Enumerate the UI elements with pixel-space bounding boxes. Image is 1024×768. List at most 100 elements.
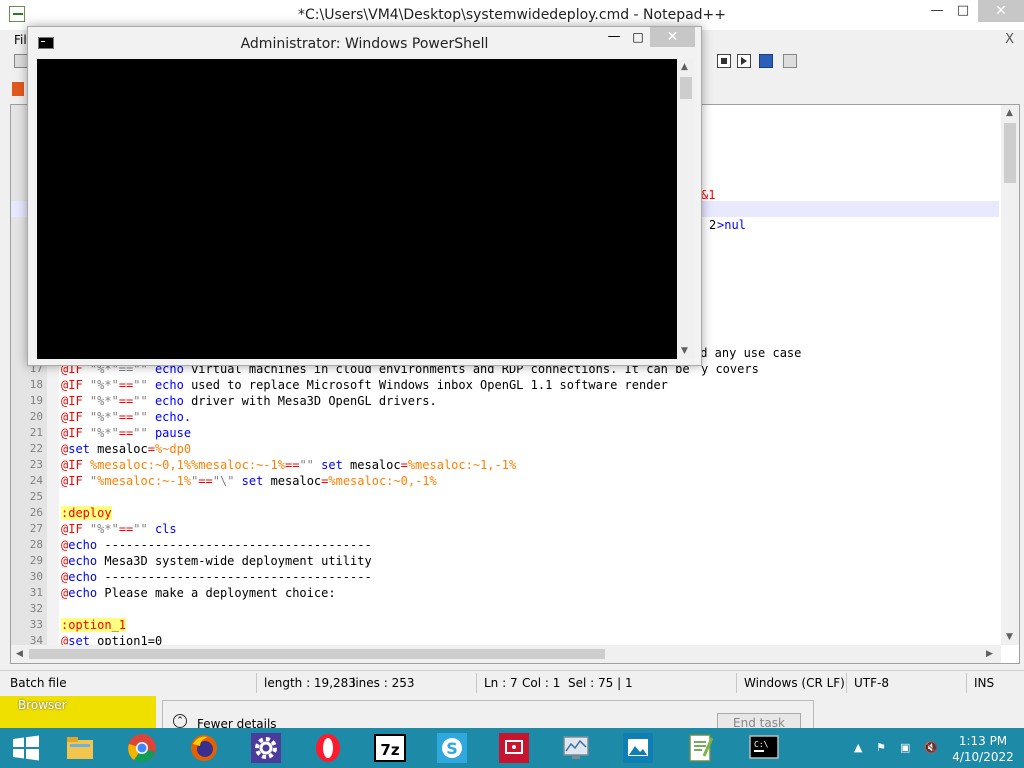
- action-center-flag-icon[interactable]: ⚑: [876, 741, 886, 754]
- line-number: 32: [29, 602, 43, 615]
- clock-time[interactable]: 1:13 PM: [958, 734, 1008, 748]
- browser-window-edge[interactable]: Browser: [0, 696, 156, 728]
- code-text: @IF "%*"=="" pause: [61, 426, 192, 440]
- status-bar: Batch file length : 19,283 lines : 253 L…: [0, 670, 1024, 695]
- skype-icon[interactable]: S: [436, 732, 468, 764]
- code-line[interactable]: 25: [11, 489, 999, 505]
- code-text: @set mesaloc=%~dp0: [61, 442, 192, 456]
- code-line[interactable]: 28 @echo --------------------------------…: [11, 537, 999, 553]
- macro-save-icon[interactable]: [783, 54, 797, 68]
- scroll-down-icon[interactable]: ▼: [681, 346, 688, 356]
- task-manager-footer: ⌃ Fewer details End task: [162, 700, 814, 733]
- powershell-title: Administrator: Windows PowerShell: [240, 36, 489, 52]
- line-number: 22: [29, 442, 43, 455]
- line-number: 25: [29, 490, 43, 503]
- close-button[interactable]: ✕: [978, 0, 1024, 22]
- start-icon[interactable]: [10, 732, 42, 764]
- file-explorer-icon[interactable]: [64, 732, 96, 764]
- scroll-up-icon[interactable]: ▲: [681, 62, 688, 72]
- code-text: @IF %mesaloc:~0,1%%mesaloc:~-1%=="" set …: [61, 458, 517, 472]
- remote-desktop-icon[interactable]: [498, 732, 530, 764]
- powershell-window[interactable]: Administrator: Windows PowerShell — □ ✕ …: [27, 26, 702, 366]
- line-number: 27: [29, 522, 43, 535]
- code-text: @IF "%*"=="" echo.: [61, 410, 192, 424]
- code-line[interactable]: 32: [11, 601, 999, 617]
- scroll-left-icon[interactable]: ◀: [16, 649, 23, 659]
- code-text: @IF "%*"=="" echo driver with Mesa3D Ope…: [61, 394, 437, 408]
- code-line[interactable]: 27 @IF "%*"=="" cls: [11, 521, 999, 537]
- powershell-minimize-button[interactable]: —: [602, 27, 626, 49]
- status-line: Ln : 7: [484, 676, 518, 690]
- powershell-close-button[interactable]: ✕: [650, 27, 695, 47]
- vertical-scrollbar[interactable]: ▲ ▼: [1001, 105, 1019, 645]
- horizontal-scroll-thumb[interactable]: [29, 649, 605, 659]
- powershell-taskbar-icon[interactable]: C:\: [748, 732, 780, 764]
- opera-icon[interactable]: [312, 732, 344, 764]
- status-encoding[interactable]: UTF-8: [854, 676, 889, 690]
- macro-stop-icon[interactable]: [717, 54, 731, 68]
- code-line[interactable]: 22 @set mesaloc=%~dp0: [11, 441, 999, 457]
- clock-date[interactable]: 4/10/2022: [950, 750, 1016, 764]
- code-line[interactable]: 21 @IF "%*"=="" pause: [11, 425, 999, 441]
- code-text: @echo ----------------------------------…: [61, 538, 372, 552]
- code-line[interactable]: 26:deploy: [11, 505, 999, 521]
- network-icon[interactable]: ▣: [900, 741, 910, 754]
- code-line[interactable]: 20 @IF "%*"=="" echo.: [11, 409, 999, 425]
- unsaved-tab-icon[interactable]: [12, 82, 24, 96]
- firefox-icon[interactable]: [188, 732, 220, 764]
- code-line[interactable]: 19 @IF "%*"=="" echo driver with Mesa3D O…: [11, 393, 999, 409]
- line-number: 20: [29, 410, 43, 423]
- code-line[interactable]: 23 @IF %mesaloc:~0,1%%mesaloc:~-1%=="" se…: [11, 457, 999, 473]
- chrome-icon[interactable]: [126, 732, 158, 764]
- code-line[interactable]: 30 @echo --------------------------------…: [11, 569, 999, 585]
- powershell-console[interactable]: [37, 59, 677, 359]
- browser-label: Browser: [18, 698, 67, 712]
- svg-text:7z: 7z: [380, 741, 399, 759]
- line-number: 19: [29, 394, 43, 407]
- powershell-scrollbar[interactable]: ▲ ▼: [677, 59, 694, 359]
- chevron-up-icon[interactable]: ⌃: [173, 714, 187, 728]
- code-line[interactable]: 24 @IF "%mesaloc:~-1%"=="\" set mesaloc=%…: [11, 473, 999, 489]
- horizontal-scrollbar[interactable]: ◀ ▶: [11, 645, 1001, 663]
- line-number: 26: [29, 506, 43, 519]
- line-number: 30: [29, 570, 43, 583]
- code-text: @IF "%mesaloc:~-1%"=="\" set mesaloc=%me…: [61, 474, 437, 488]
- status-eol[interactable]: Windows (CR LF): [744, 676, 845, 690]
- code-line[interactable]: 29 @echo Mesa3D system-wide deployment ut…: [11, 553, 999, 569]
- 7zip-icon[interactable]: 7z: [374, 732, 406, 764]
- menu-file[interactable]: Fil: [14, 33, 27, 47]
- code-text: @echo Mesa3D system-wide deployment util…: [61, 554, 372, 568]
- code-line[interactable]: 33:option_1: [11, 617, 999, 633]
- network-monitor-icon[interactable]: [560, 732, 592, 764]
- line-number: 23: [29, 458, 43, 471]
- line-number: 18: [29, 378, 43, 391]
- notepadpp-icon[interactable]: [684, 732, 716, 764]
- macro-run-multiple-icon[interactable]: [759, 54, 773, 68]
- photo-viewer-icon[interactable]: [622, 732, 654, 764]
- scroll-up-icon[interactable]: ▲: [1006, 108, 1013, 118]
- code-text: :option_1: [61, 618, 127, 632]
- powershell-maximize-button[interactable]: □: [626, 27, 650, 49]
- show-hidden-icons-icon[interactable]: ▲: [854, 741, 862, 754]
- code-line[interactable]: 31 @echo Please make a deployment choice:: [11, 585, 999, 601]
- code-text: @echo ----------------------------------…: [61, 570, 372, 584]
- line-number: 28: [29, 538, 43, 551]
- line-number: 29: [29, 554, 43, 567]
- code-fragment: 2: [709, 218, 717, 232]
- new-file-icon[interactable]: [14, 54, 28, 68]
- maximize-button[interactable]: □: [948, 0, 978, 22]
- close-document-button[interactable]: X: [1005, 32, 1014, 47]
- macro-play-icon[interactable]: [737, 54, 751, 68]
- settings-icon[interactable]: [250, 732, 282, 764]
- notepadpp-title: *C:\Users\VM4\Desktop\systemwidedeploy.c…: [297, 7, 727, 23]
- status-length: length : 19,283: [264, 676, 356, 690]
- powershell-scroll-thumb[interactable]: [680, 77, 692, 99]
- code-line[interactable]: 18 @IF "%*"=="" echo used to replace Micr…: [11, 377, 999, 393]
- scroll-down-icon[interactable]: ▼: [1006, 632, 1013, 642]
- status-selection: Sel : 75 | 1: [568, 676, 633, 690]
- scroll-right-icon[interactable]: ▶: [986, 649, 993, 659]
- vertical-scroll-thumb[interactable]: [1004, 123, 1016, 183]
- code-fragment: >nul: [717, 218, 746, 232]
- volume-muted-icon[interactable]: 🔇: [924, 741, 938, 754]
- status-insert-mode[interactable]: INS: [974, 676, 994, 690]
